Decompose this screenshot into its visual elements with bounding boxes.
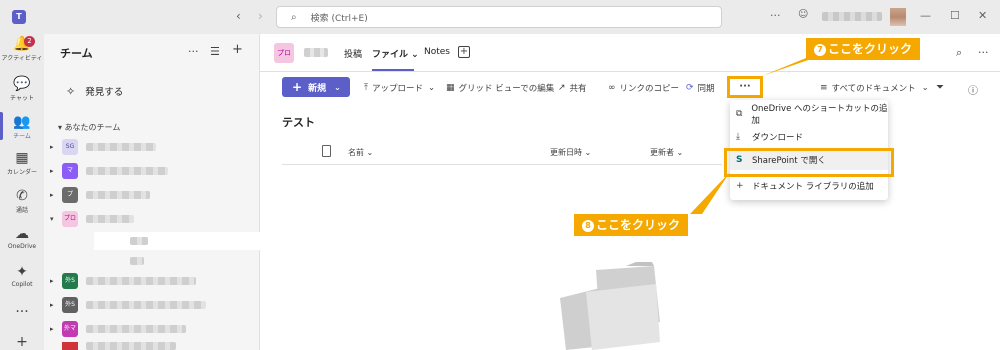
callout-7-pointer	[762, 58, 814, 76]
step-number: 7	[814, 44, 826, 56]
callout-step-8: 8 ここをクリック	[574, 214, 689, 236]
callout-text: ここをクリック	[596, 218, 681, 232]
step-number: 8	[582, 220, 594, 232]
callout-text: ここをクリック	[828, 42, 913, 56]
callout-8-pointer	[690, 172, 730, 214]
callout-step-7: 7 ここをクリック	[806, 38, 921, 60]
teams-window: T ‹ › ⌕ 検索 (Ctrl+E) ··· ☺ — ☐ ✕ 🔔 2 アクティ…	[0, 0, 1000, 350]
